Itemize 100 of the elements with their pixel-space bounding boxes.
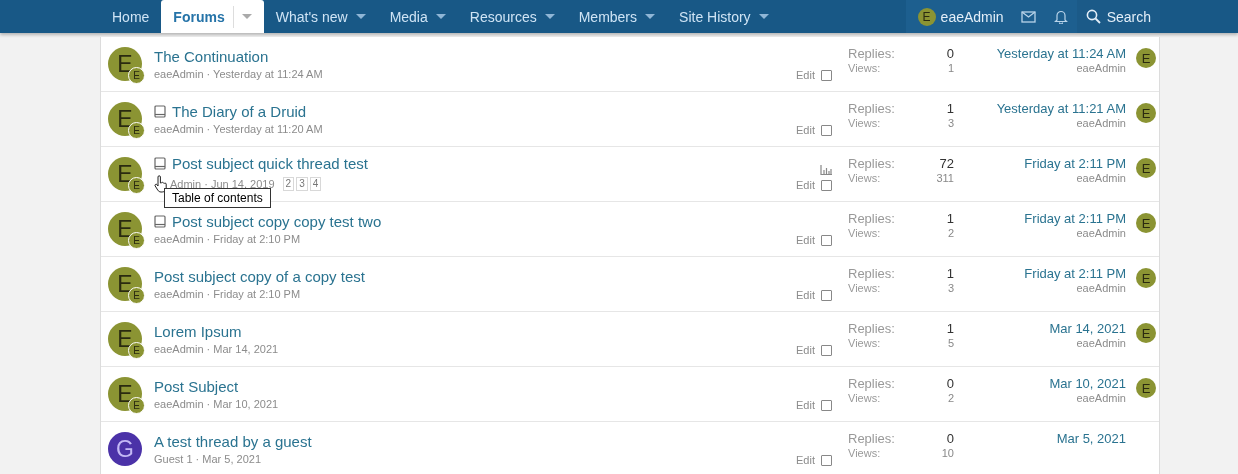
edit-checkbox[interactable]: Edit <box>796 344 832 356</box>
caret-icon[interactable] <box>241 14 252 19</box>
page-link[interactable]: 3 <box>296 177 308 191</box>
nav-tab[interactable]: Media <box>377 0 458 33</box>
tooltip: Table of contents <box>164 188 271 208</box>
nav-tab[interactable]: Forums <box>161 0 264 33</box>
edit-checkbox[interactable]: Edit <box>796 234 832 246</box>
thread-meta: eaeAdmin · Yesterday at 11:20 AM <box>154 123 323 135</box>
thread-title[interactable]: The Continuation <box>154 48 269 65</box>
user-avatar[interactable]: E <box>1136 158 1156 178</box>
user-avatar[interactable]: E <box>1136 268 1156 288</box>
views-count: 3 <box>946 282 954 294</box>
replies-count: 0 <box>946 46 954 61</box>
book-icon[interactable] <box>154 215 166 228</box>
last-post-date[interactable]: Friday at 2:11 PM <box>1024 156 1126 171</box>
user-avatar[interactable]: E <box>1136 323 1156 343</box>
thread-title[interactable]: Post subject copy of a copy test <box>154 268 365 285</box>
thread-meta: eaeAdmin · Friday at 2:10 PM <box>154 288 301 300</box>
edit-checkbox[interactable]: Edit <box>796 179 832 191</box>
replies-label: Replies: <box>848 211 896 226</box>
user-menu[interactable]: E eaeAdmin <box>915 7 1012 26</box>
edit-checkbox[interactable]: Edit <box>796 289 832 301</box>
views-label: Views: <box>848 447 882 459</box>
replies-count: 72 <box>938 156 954 171</box>
edit-checkbox[interactable]: Edit <box>796 69 832 81</box>
book-icon[interactable] <box>154 157 166 170</box>
replies-label: Replies: <box>848 431 896 446</box>
views-label: Views: <box>848 62 882 74</box>
views-label: Views: <box>848 282 882 294</box>
nav-tab[interactable]: Members <box>566 0 668 33</box>
nav-tab[interactable]: Site History <box>667 0 781 33</box>
last-poster: eaeAdmin <box>1076 117 1126 129</box>
caret-icon[interactable] <box>645 14 656 19</box>
views-count: 2 <box>946 392 954 404</box>
search-icon <box>1085 9 1101 24</box>
last-post-date[interactable]: Mar 14, 2021 <box>1049 321 1126 336</box>
replies-label: Replies: <box>848 46 896 61</box>
user-avatar[interactable]: E <box>1136 378 1156 398</box>
replies-count: 1 <box>946 321 954 336</box>
thread-meta: eaeAdmin · Mar 14, 2021 <box>154 343 279 355</box>
views-count: 10 <box>941 447 954 459</box>
thread-title[interactable]: Post Subject <box>154 378 239 395</box>
last-poster: eaeAdmin <box>1076 62 1126 74</box>
last-post-date[interactable]: Yesterday at 11:24 AM <box>996 46 1126 61</box>
edit-checkbox[interactable]: Edit <box>796 454 832 466</box>
views-count: 3 <box>946 117 954 129</box>
caret-icon[interactable] <box>355 14 366 19</box>
user-avatar[interactable]: E <box>1136 103 1156 123</box>
views-label: Views: <box>848 337 882 349</box>
replies-count: 1 <box>946 266 954 281</box>
last-poster: eaeAdmin <box>1076 392 1126 404</box>
thread-meta: Admin · Jun 14, 2019 <box>170 178 275 190</box>
replies-count: 0 <box>946 376 954 391</box>
user-avatar[interactable]: G <box>108 432 142 466</box>
views-count: 311 <box>936 172 954 184</box>
views-label: Views: <box>848 117 882 129</box>
last-post-date[interactable]: Yesterday at 11:21 AM <box>996 101 1126 116</box>
thread-meta: Guest 1 · Mar 5, 2021 <box>154 453 261 465</box>
views-label: Views: <box>848 227 882 239</box>
book-icon[interactable] <box>154 105 166 118</box>
views-label: Views: <box>848 392 882 404</box>
replies-count: 0 <box>945 431 954 446</box>
replies-label: Replies: <box>848 156 896 171</box>
thread-title[interactable]: A test thread by a guest <box>154 433 312 450</box>
caret-icon[interactable] <box>758 14 769 19</box>
user-avatar[interactable]: E <box>1136 48 1156 68</box>
thread-title[interactable]: The Diary of a Druid <box>172 103 307 120</box>
replies-count: 1 <box>946 211 954 226</box>
last-poster: eaeAdmin <box>1076 282 1126 294</box>
nav-tab[interactable]: What's new <box>263 0 378 33</box>
views-label: Views: <box>848 172 882 184</box>
nav-tab[interactable]: Resources <box>457 0 567 33</box>
last-post-date[interactable]: Mar 5, 2021 <box>1056 431 1126 446</box>
views-count: 2 <box>946 227 954 239</box>
replies-label: Replies: <box>848 376 896 391</box>
replies-label: Replies: <box>848 266 896 281</box>
replies-count: 1 <box>946 101 954 116</box>
caret-icon[interactable] <box>544 14 555 19</box>
thread-meta: eaeAdmin · Yesterday at 11:24 AM <box>154 68 323 80</box>
search-button[interactable]: Search <box>1076 0 1160 33</box>
page-link[interactable]: 4 <box>309 177 322 191</box>
caret-icon[interactable] <box>435 14 446 19</box>
thread-title[interactable]: Lorem Ipsum <box>154 323 242 340</box>
user-avatar[interactable]: E <box>1136 213 1156 233</box>
views-count: 5 <box>946 337 954 349</box>
thread-title[interactable]: Post subject quick thread test <box>172 155 368 172</box>
thread-meta: eaeAdmin · Mar 10, 2021 <box>154 398 279 410</box>
views-count: 1 <box>946 62 954 74</box>
last-post-date[interactable]: Mar 10, 2021 <box>1049 376 1126 391</box>
user-avatar: E <box>917 7 936 26</box>
hand-cursor-icon <box>154 175 168 193</box>
thread-meta: eaeAdmin · Friday at 2:10 PM <box>154 233 301 245</box>
thread-title[interactable]: Post subject copy copy test two <box>172 213 382 230</box>
last-post-date[interactable]: Friday at 2:11 PM <box>1024 266 1126 281</box>
nav-tab[interactable]: Home <box>100 0 162 33</box>
last-post-date[interactable]: Friday at 2:11 PM <box>1024 211 1126 226</box>
edit-checkbox[interactable]: Edit <box>796 399 832 411</box>
page-link[interactable]: 2 <box>282 177 295 191</box>
edit-checkbox[interactable]: Edit <box>796 124 832 136</box>
replies-label: Replies: <box>848 101 896 116</box>
